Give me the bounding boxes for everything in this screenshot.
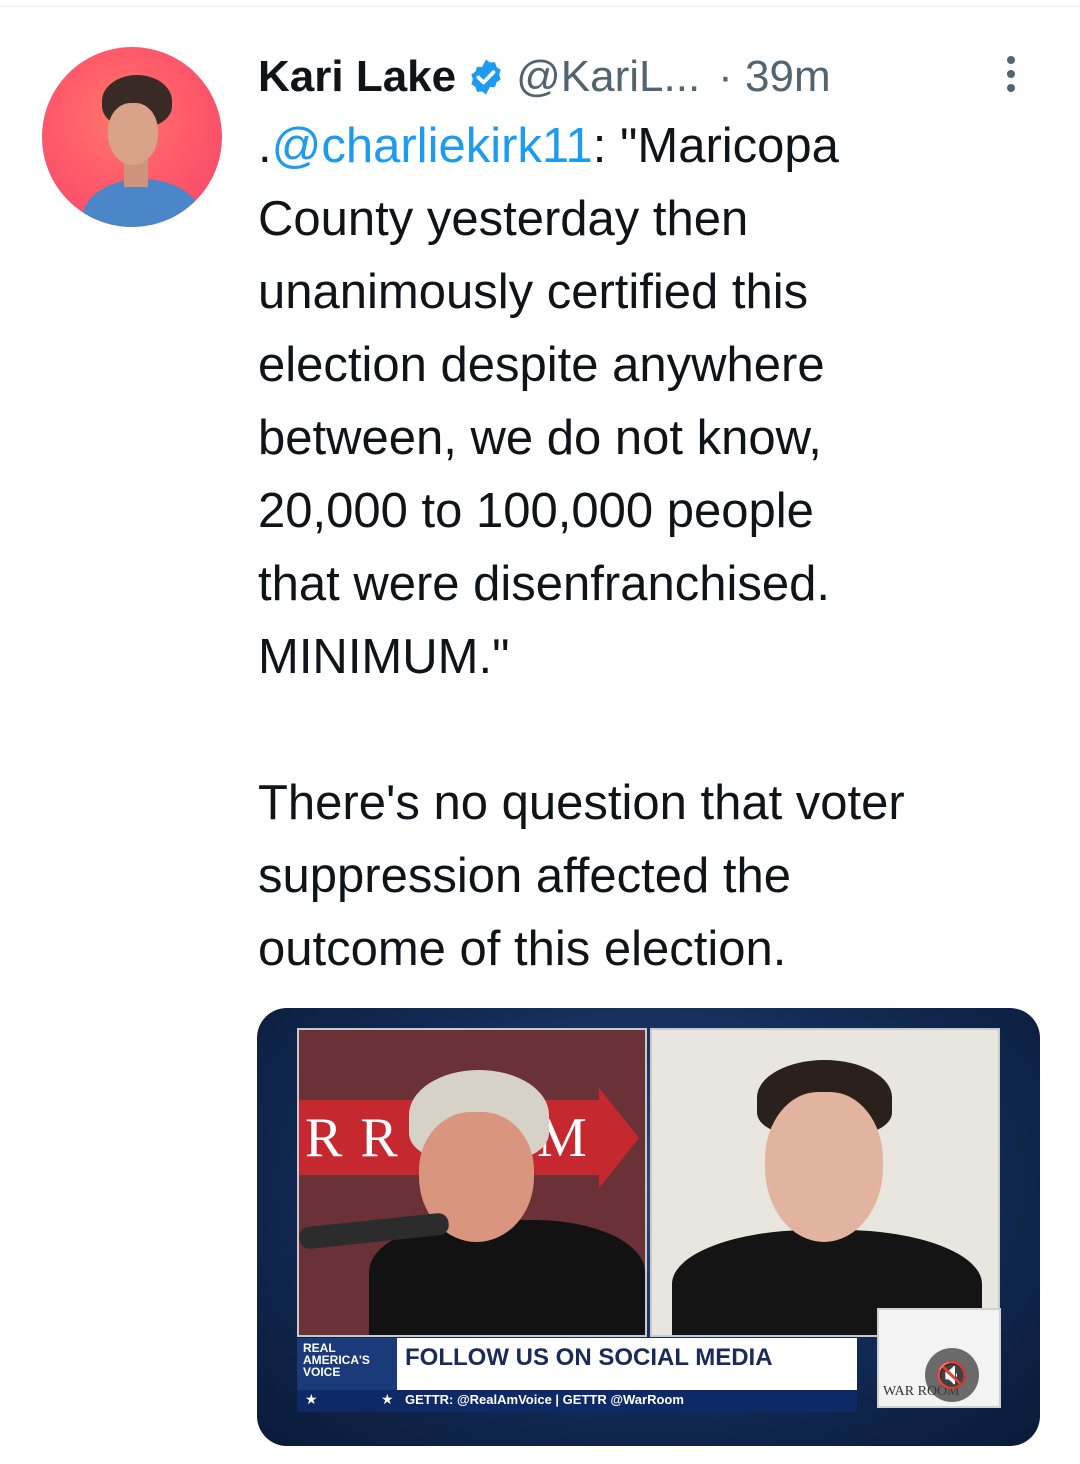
banner-arrow <box>599 1088 639 1188</box>
top-divider <box>0 0 1080 7</box>
guest-face <box>765 1092 883 1242</box>
tweet-text: .@charliekirk11: "Maricopa County yester… <box>258 110 1038 986</box>
avatar[interactable] <box>42 47 222 227</box>
video-panel-left: R R M <box>297 1028 647 1337</box>
star-icon: ★ <box>381 1391 394 1407</box>
video-panel-right <box>650 1028 1000 1337</box>
star-icon: ★ <box>305 1391 318 1407</box>
mention-link[interactable]: @charliekirk11 <box>272 119 593 173</box>
lower-third-title: FOLLOW US ON SOCIAL MEDIA <box>405 1344 773 1371</box>
lower-third-subtitle: GETTR: @RealAmVoice | GETTR @WarRoom <box>405 1392 684 1407</box>
channel-label: REAL AMERICA'S VOICE <box>297 1338 397 1390</box>
author-name[interactable]: Kari Lake <box>258 52 456 102</box>
text-body: : "Maricopa County yesterday then unanim… <box>258 119 905 976</box>
text-prefix: . <box>258 119 272 173</box>
tweet-timestamp[interactable]: · 39m <box>718 52 830 102</box>
mute-icon[interactable]: 🔇 <box>925 1348 979 1402</box>
tweet-header: Kari Lake @KariL... · 39m <box>258 52 831 102</box>
verified-badge-icon <box>466 57 506 97</box>
tweet-video[interactable]: R R M REAL AMERICA'S VOICE FOLLOW US ON … <box>257 1008 1040 1446</box>
banner-letters-left: R R <box>305 1107 400 1169</box>
avatar-face <box>108 103 158 165</box>
more-options-icon[interactable] <box>1004 52 1018 100</box>
author-handle[interactable]: @KariL... <box>516 52 700 102</box>
